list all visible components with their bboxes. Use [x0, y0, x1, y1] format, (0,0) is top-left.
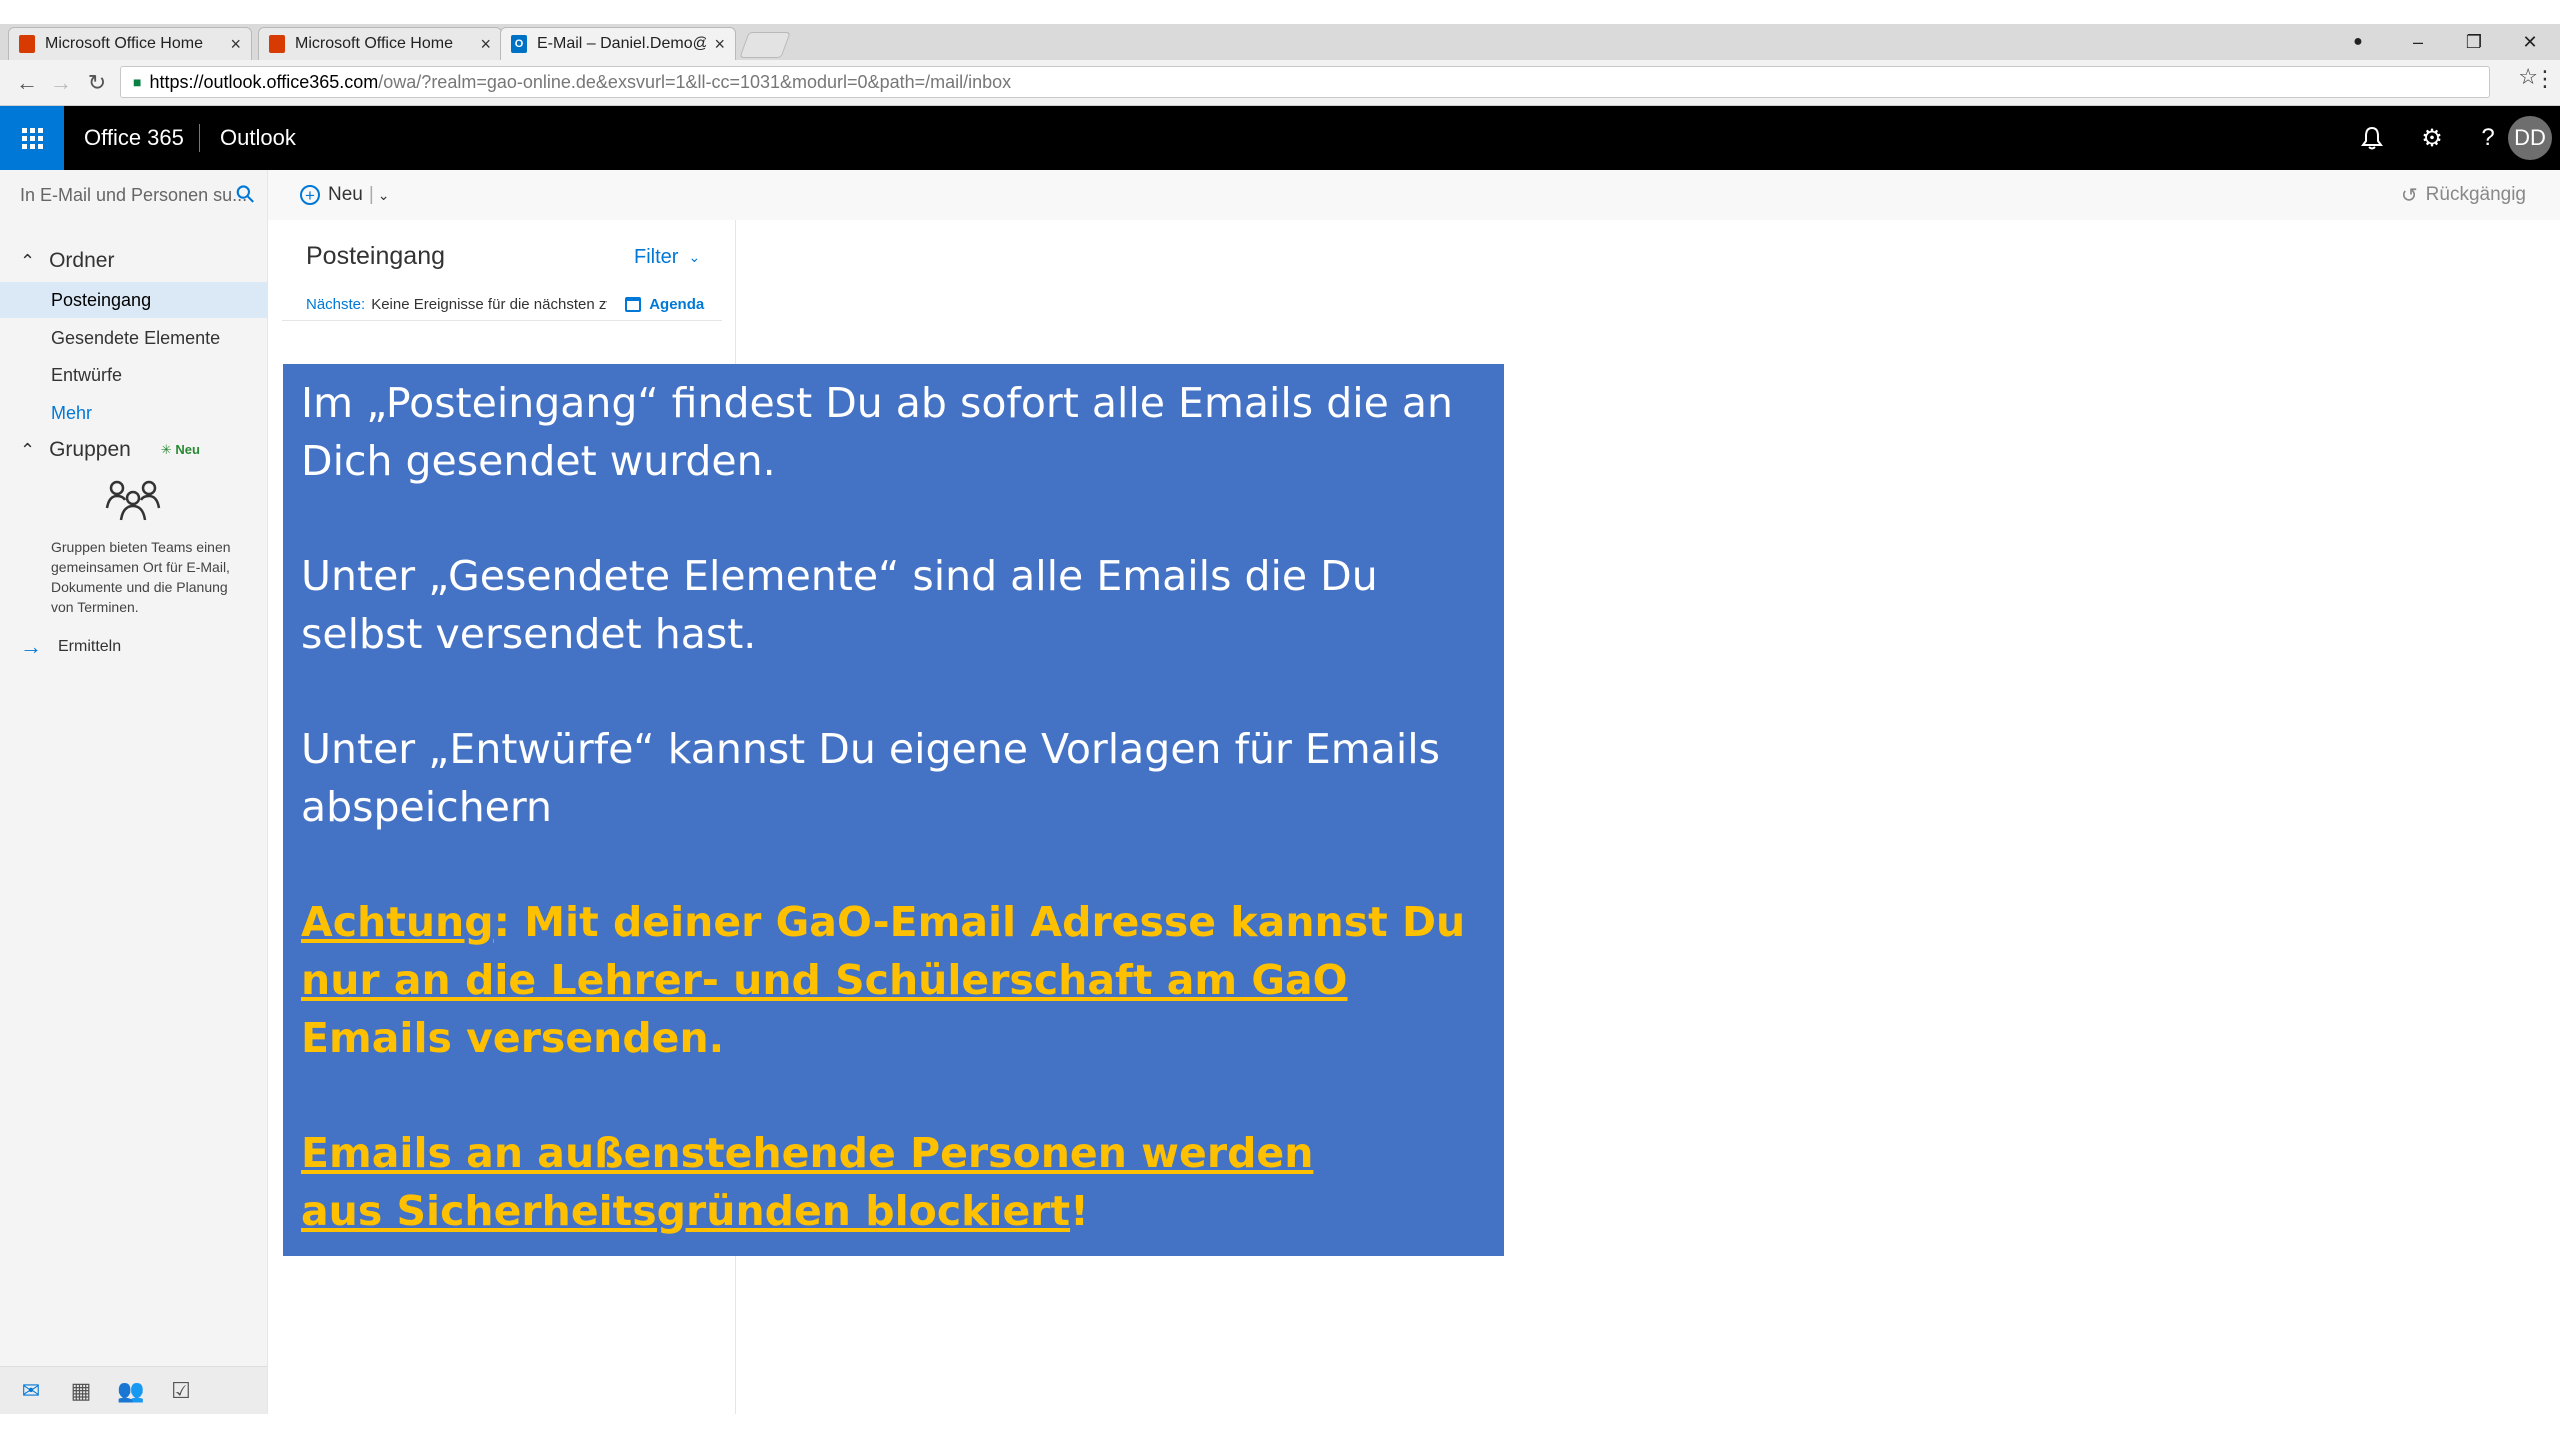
warning2-text-b: aus Sicherheitsgründen blockiert: [301, 1187, 1071, 1235]
search-placeholder: In E-Mail und Personen su...: [20, 184, 248, 205]
tab-title: E-Mail – Daniel.Demo@g: [537, 35, 707, 52]
warning-achtung: Achtung: [301, 898, 494, 946]
new-badge: ✳ Neu: [160, 442, 200, 457]
profile-icon[interactable]: ●: [2330, 24, 2386, 60]
folder-posteingang[interactable]: Posteingang: [0, 282, 267, 318]
next-label: Nächste:: [306, 295, 366, 313]
agenda-label: Agenda: [649, 295, 705, 313]
lock-icon: ■: [133, 74, 142, 90]
arrow-right-icon: →: [20, 634, 42, 659]
gear-icon[interactable]: ⚙: [2404, 106, 2460, 170]
undo-icon: ↺: [2400, 184, 2418, 207]
minimize-icon[interactable]: –: [2390, 24, 2446, 60]
url-path: /owa/?realm=gao-online.de&exsvurl=1&ll-c…: [378, 71, 1012, 92]
undo-button[interactable]: ↺ Rückgängig: [2401, 170, 2526, 220]
bell-icon[interactable]: [2344, 106, 2400, 170]
back-arrow-icon[interactable]: ←: [12, 68, 42, 98]
mail-icon[interactable]: ✉: [16, 1377, 46, 1405]
browser-tab-1[interactable]: Microsoft Office Home ×: [8, 27, 252, 60]
app-name: Outlook: [220, 125, 296, 150]
instruction-overlay: Im „Posteingang“ findest Du ab sofort al…: [283, 364, 1504, 1256]
chevron-down-icon: ⌄: [688, 249, 701, 265]
module-switcher: ✉ ▦ 👥 ☑: [0, 1366, 268, 1414]
browser-nav-bar: ← → ↻ ■ https://outlook.office365.com/ow…: [0, 60, 2560, 106]
office365-header: Office 365 Outlook ⚙ ? DD: [0, 106, 2560, 170]
waffle-icon: [21, 127, 43, 149]
window-top-strip: [0, 0, 2560, 24]
reload-icon[interactable]: ↻: [82, 68, 112, 98]
tab-title: Microsoft Office Home: [295, 35, 453, 52]
overlay-warning-1: Achtung: Mit deiner GaO-Email Adresse ka…: [301, 893, 1486, 1067]
address-bar[interactable]: ■ https://outlook.office365.com/owa/?rea…: [120, 66, 2490, 98]
overlay-paragraph-drafts: Unter „Entwürfe“ kannst Du eigene Vorlag…: [301, 725, 1440, 831]
close-tab-icon[interactable]: ×: [480, 34, 491, 55]
groups-description: Gruppen bieten Teams einen gemeinsamen O…: [51, 539, 231, 615]
new-tab-button[interactable]: [739, 32, 791, 58]
next-text: Keine Ereignisse für die nächsten zw: [371, 295, 608, 313]
folders-heading[interactable]: ⌃ Ordner: [0, 244, 114, 278]
list-divider: [282, 320, 722, 321]
chevron-down-icon[interactable]: ⌄: [378, 187, 390, 204]
chevron-up-icon: ⌃: [20, 250, 36, 271]
inbox-title: Posteingang: [306, 242, 446, 270]
undo-label: Rückgängig: [2425, 184, 2526, 205]
discover-groups-link[interactable]: → Ermitteln: [20, 634, 121, 660]
browser-tab-3-active[interactable]: O E-Mail – Daniel.Demo@g ×: [500, 27, 736, 60]
chevron-up-icon: ⌃: [20, 439, 36, 460]
outlook-icon: O: [511, 35, 527, 53]
split-divider: |: [368, 184, 374, 205]
overlay-warning-2: Emails an außenstehende Personen werden …: [301, 1124, 1486, 1240]
overlay-paragraph-sent: Unter „Gesendete Elemente“ sind alle Ema…: [301, 552, 1378, 658]
new-label: Neu: [328, 184, 363, 205]
warning-text-b: nur an die Lehrer- und Schülerschaft am …: [301, 956, 1348, 1004]
new-badge-label: Neu: [175, 442, 200, 457]
office-icon: [19, 35, 35, 53]
command-bar: In E-Mail und Personen su... ⚲ + Neu | ⌄…: [0, 170, 2560, 220]
restore-icon[interactable]: ❐: [2446, 24, 2502, 60]
groups-icon: [105, 480, 161, 521]
discover-label: Ermitteln: [58, 638, 122, 655]
folder-pane: ⌃ Ordner Posteingang Gesendete Elemente …: [0, 220, 268, 1366]
office-icon: [269, 35, 285, 53]
folder-gesendete-elemente[interactable]: Gesendete Elemente: [0, 320, 267, 356]
groups-heading-label: Gruppen: [49, 438, 131, 461]
tab-title: Microsoft Office Home: [45, 35, 203, 52]
tasks-icon[interactable]: ☑: [166, 1377, 196, 1405]
close-tab-icon[interactable]: ×: [714, 34, 725, 55]
warning2-text-c: !: [1070, 1187, 1089, 1235]
calendar-icon: [625, 296, 642, 312]
close-tab-icon[interactable]: ×: [230, 34, 241, 55]
browser-tab-bar: Microsoft Office Home × Microsoft Office…: [0, 24, 2560, 60]
window-close-icon[interactable]: ✕: [2502, 24, 2558, 60]
office365-brand[interactable]: Office 365: [84, 106, 184, 170]
folders-more-link[interactable]: Mehr: [0, 395, 267, 431]
url-host: https://outlook.office365.com: [149, 71, 379, 92]
warning-text-a: : Mit deiner GaO-Email Adresse kannst Du: [493, 898, 1466, 946]
groups-heading[interactable]: ⌃ Gruppen ✳ Neu: [0, 433, 200, 467]
app-launcher-button[interactable]: [0, 106, 64, 170]
search-icon[interactable]: ⚲: [230, 178, 263, 211]
folders-heading-label: Ordner: [49, 249, 115, 272]
filter-button[interactable]: Filter ⌄: [634, 246, 700, 269]
forward-arrow-icon[interactable]: →: [46, 68, 76, 98]
upcoming-events-row: Nächste: Keine Ereignisse für die nächst…: [306, 292, 718, 316]
header-divider: [199, 124, 200, 152]
plus-icon: +: [300, 185, 320, 205]
browser-menu-icon[interactable]: ⋮: [2534, 66, 2556, 92]
warning-text-c: Emails versenden.: [301, 1014, 725, 1062]
folder-entwuerfe[interactable]: Entwürfe: [0, 357, 267, 393]
browser-tab-2[interactable]: Microsoft Office Home ×: [258, 27, 502, 60]
avatar[interactable]: DD: [2508, 116, 2552, 160]
people-icon[interactable]: 👥: [116, 1377, 146, 1405]
calendar-icon[interactable]: ▦: [66, 1377, 96, 1405]
warning2-text-a: Emails an außenstehende Personen werden: [301, 1129, 1314, 1177]
filter-label: Filter: [634, 246, 679, 268]
agenda-button[interactable]: Agenda: [625, 296, 704, 313]
overlay-paragraph-inbox: Im „Posteingang“ findest Du ab sofort al…: [301, 379, 1453, 485]
search-input[interactable]: In E-Mail und Personen su... ⚲: [0, 170, 268, 220]
new-mail-button[interactable]: + Neu | ⌄: [300, 170, 390, 220]
